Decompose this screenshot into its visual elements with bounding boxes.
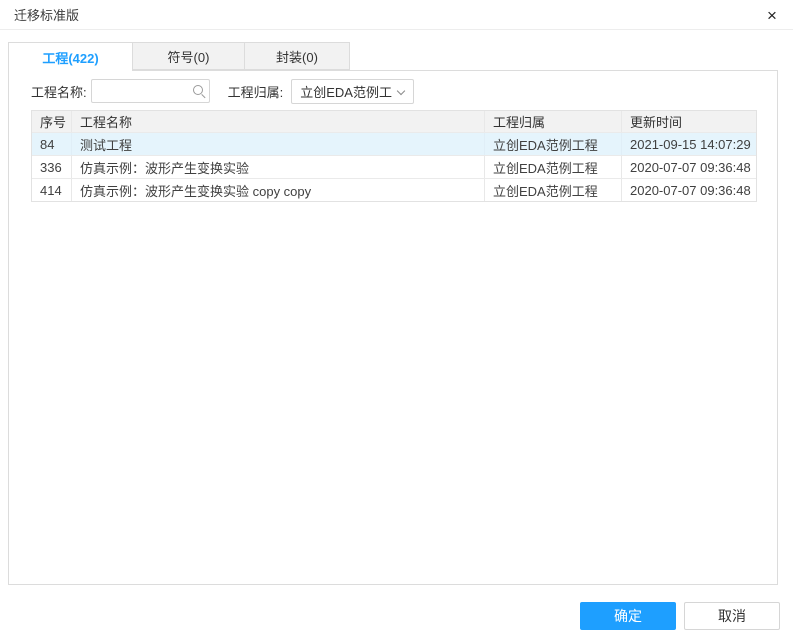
project-name-label: 工程名称: [31, 82, 87, 101]
cell-owner: 立创EDA范例工程 [485, 133, 622, 155]
tab-projects-label: 工程(422) [42, 48, 98, 67]
cell-updated: 2021-09-15 14:07:29 [622, 133, 756, 155]
table-header-row: 序号 工程名称 工程归属 更新时间 [32, 111, 756, 132]
dialog-title: 迁移标准版 [14, 5, 79, 24]
ok-button[interactable]: 确定 [580, 602, 676, 630]
cell-owner: 立创EDA范例工程 [485, 179, 622, 201]
cell-updated: 2020-07-07 09:36:48 [622, 179, 756, 201]
col-header-updated: 更新时间 [622, 111, 756, 132]
tab-symbols-label: 符号(0) [168, 47, 210, 66]
tab-panel-projects: 工程名称: 工程归属: 立创EDA范例工... 序号 工程名称 工程归属 更新时… [8, 70, 778, 585]
table-row[interactable]: 336 仿真示例：波形产生变换实验 立创EDA范例工程 2020-07-07 0… [32, 155, 756, 178]
table-row[interactable]: 414 仿真示例：波形产生变换实验 copy copy 立创EDA范例工程 20… [32, 178, 756, 201]
project-owner-select[interactable]: 立创EDA范例工... [291, 79, 414, 104]
dialog-titlebar: 迁移标准版 × [0, 0, 793, 30]
cell-updated: 2020-07-07 09:36:48 [622, 156, 756, 178]
close-icon[interactable]: × [759, 2, 785, 28]
col-header-owner: 工程归属 [485, 111, 622, 132]
filter-row: 工程名称: 工程归属: 立创EDA范例工... [31, 79, 414, 103]
search-icon[interactable] [193, 85, 203, 95]
tab-footprints-label: 封装(0) [276, 47, 318, 66]
tab-bar: 工程(422) 符号(0) 封装(0) [8, 42, 350, 70]
cell-name: 测试工程 [72, 133, 485, 155]
tab-symbols[interactable]: 符号(0) [132, 42, 245, 70]
col-header-id: 序号 [32, 111, 72, 132]
project-name-input[interactable] [92, 80, 209, 102]
migrate-dialog: 迁移标准版 × 工程(422) 符号(0) 封装(0) 工程名称: 工程归属: … [0, 0, 793, 640]
project-owner-selected-value: 立创EDA范例工... [292, 82, 392, 101]
table-row[interactable]: 84 测试工程 立创EDA范例工程 2021-09-15 14:07:29 [32, 132, 756, 155]
cell-id: 414 [32, 179, 72, 201]
tab-projects[interactable]: 工程(422) [8, 42, 133, 71]
cell-id: 84 [32, 133, 72, 155]
project-owner-label: 工程归属: [228, 82, 284, 101]
projects-table: 序号 工程名称 工程归属 更新时间 84 测试工程 立创EDA范例工程 2021… [31, 110, 757, 202]
cell-name: 仿真示例：波形产生变换实验 copy copy [72, 179, 485, 201]
cell-id: 336 [32, 156, 72, 178]
col-header-name: 工程名称 [72, 111, 485, 132]
chevron-down-icon [397, 86, 405, 94]
project-name-search-box [91, 79, 210, 103]
cancel-button[interactable]: 取消 [684, 602, 780, 630]
cell-name: 仿真示例：波形产生变换实验 [72, 156, 485, 178]
tab-footprints[interactable]: 封装(0) [244, 42, 350, 70]
cell-owner: 立创EDA范例工程 [485, 156, 622, 178]
